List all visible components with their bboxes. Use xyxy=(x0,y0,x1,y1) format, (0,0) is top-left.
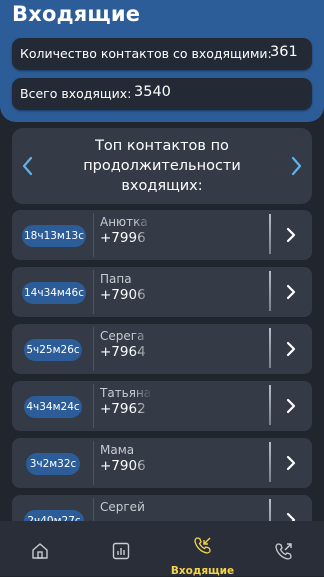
row-separator xyxy=(269,442,271,482)
contact-row[interactable]: 5ч25м26с Серега +7964 xyxy=(12,324,312,374)
contacts-count-value: 361 xyxy=(270,44,298,60)
duration-badge: 5ч25м26с xyxy=(24,339,82,361)
home-icon xyxy=(32,543,48,559)
text-fade xyxy=(134,212,152,258)
text-fade xyxy=(134,383,152,429)
contact-name: Сергей xyxy=(100,500,145,514)
nav-item-outgoing[interactable] xyxy=(243,521,324,576)
total-incoming-value: 3540 xyxy=(134,84,171,100)
bar-chart-icon xyxy=(112,542,130,560)
chevron-right-icon[interactable] xyxy=(285,284,297,300)
nav-label-incoming: Входящие xyxy=(170,565,235,577)
total-incoming-label: Всего входящих: xyxy=(20,86,132,101)
total-incoming-stat: Всего входящих: 3540 xyxy=(12,78,312,110)
duration-badge: 14ч34м46с xyxy=(22,282,86,304)
text-fade xyxy=(134,269,152,315)
row-separator xyxy=(269,328,271,368)
contact-row[interactable]: 3ч2м32с Мама +7906 xyxy=(12,438,312,488)
text-fade xyxy=(134,326,152,372)
row-divider xyxy=(93,441,94,485)
outgoing-call-icon xyxy=(275,543,292,560)
contact-row[interactable]: 14ч34м46с Папа +7906 xyxy=(12,267,312,317)
contact-row[interactable]: 4ч34м24с Татьяна +7962 xyxy=(12,381,312,431)
top-contacts-title: Топ контактов по продолжительности входя… xyxy=(83,138,241,194)
text-fade xyxy=(134,440,152,486)
row-divider xyxy=(93,213,94,257)
chevron-right-icon[interactable] xyxy=(285,455,297,471)
nav-item-home[interactable] xyxy=(0,521,81,576)
top-contacts-panel: Топ контактов по продолжительности входя… xyxy=(12,128,312,204)
row-separator xyxy=(269,214,271,254)
bottom-nav: Входящие xyxy=(0,521,324,577)
row-divider xyxy=(93,384,94,428)
incoming-call-icon xyxy=(194,537,211,554)
row-separator xyxy=(269,385,271,425)
chevron-right-icon[interactable] xyxy=(285,398,297,414)
contact-row[interactable]: 18ч13м13с Анютка +7996 xyxy=(12,210,312,260)
duration-badge: 4ч34м24с xyxy=(24,396,82,418)
nav-item-incoming[interactable]: Входящие xyxy=(162,521,243,577)
contact-name: Мама xyxy=(100,443,135,457)
contacts-count-stat: Количество контактов со входящими: 361 xyxy=(12,38,312,70)
header-panel: Входящие Количество контактов со входящи… xyxy=(0,0,324,122)
chevron-right-icon[interactable] xyxy=(285,341,297,357)
contacts-count-label: Количество контактов со входящими: xyxy=(20,46,272,61)
contact-name: Папа xyxy=(100,272,132,286)
duration-badge: 18ч13м13с xyxy=(22,225,86,247)
chevron-right-icon[interactable] xyxy=(288,154,304,178)
chevron-right-icon[interactable] xyxy=(285,227,297,243)
row-divider xyxy=(93,327,94,371)
row-divider xyxy=(93,270,94,314)
row-separator xyxy=(269,271,271,311)
nav-item-stats[interactable] xyxy=(81,521,162,576)
chevron-left-icon[interactable] xyxy=(20,154,36,178)
page-title: Входящие xyxy=(12,2,141,26)
duration-badge: 3ч2м32с xyxy=(26,453,80,475)
